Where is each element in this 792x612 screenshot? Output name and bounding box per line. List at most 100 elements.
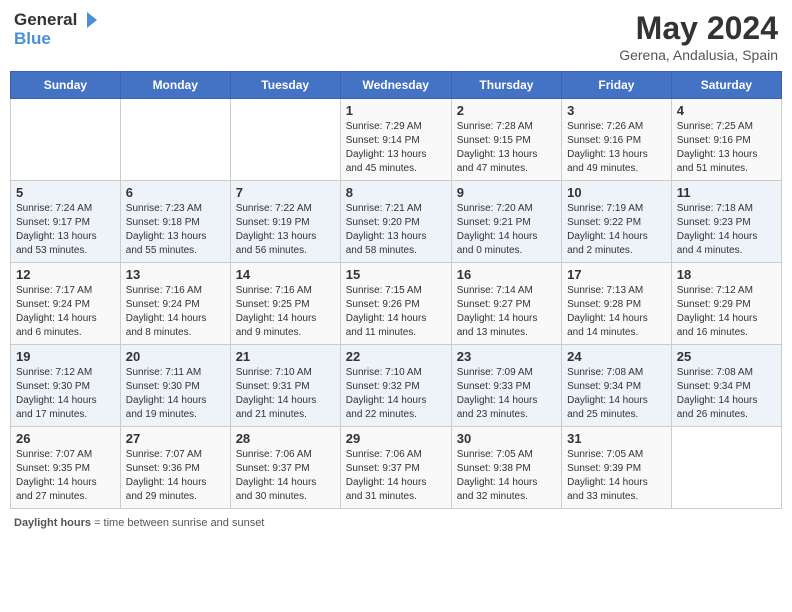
day-info: Sunrise: 7:16 AM Sunset: 9:24 PM Dayligh… (126, 284, 225, 340)
calendar-cell: 20 Sunrise: 7:11 AM Sunset: 9:30 PM Dayli… (120, 345, 230, 427)
title-area: May 2024 Gerena, Andalusia, Spain (619, 10, 778, 63)
calendar-cell (230, 99, 340, 181)
day-info: Sunrise: 7:16 AM Sunset: 9:25 PM Dayligh… (236, 284, 335, 340)
calendar-week-row: 12Sunrise: 7:17 AM Sunset: 9:24 PM Dayli… (11, 263, 782, 345)
calendar-cell: 21 Sunrise: 7:10 AM Sunset: 9:31 PM Dayli… (230, 345, 340, 427)
day-info: Sunrise: 7:11 AM Sunset: 9:30 PM Dayligh… (126, 366, 225, 422)
calendar-cell: 11Sunrise: 7:18 AM Sunset: 9:23 PM Dayli… (671, 181, 781, 263)
logo-blue: Blue (14, 29, 51, 48)
day-number: 4 (677, 103, 776, 118)
calendar-cell: 9 Sunrise: 7:20 AM Sunset: 9:21 PM Daylig… (451, 181, 561, 263)
calendar-cell (671, 427, 781, 509)
day-number: 27 (126, 431, 225, 446)
calendar-cell: 12Sunrise: 7:17 AM Sunset: 9:24 PM Dayli… (11, 263, 121, 345)
calendar-cell: 29 Sunrise: 7:06 AM Sunset: 9:37 PM Dayli… (340, 427, 451, 509)
calendar-cell: 22Sunrise: 7:10 AM Sunset: 9:32 PM Dayli… (340, 345, 451, 427)
day-number: 18 (677, 267, 776, 282)
calendar-cell: 18 Sunrise: 7:12 AM Sunset: 9:29 PM Dayli… (671, 263, 781, 345)
day-info: Sunrise: 7:29 AM Sunset: 9:14 PM Dayligh… (346, 120, 446, 176)
day-info: Sunrise: 7:23 AM Sunset: 9:18 PM Dayligh… (126, 202, 225, 258)
month-year-title: May 2024 (619, 10, 778, 47)
calendar-week-row: 26 Sunrise: 7:07 AM Sunset: 9:35 PM Dayli… (11, 427, 782, 509)
day-number: 31 (567, 431, 666, 446)
day-number: 22 (346, 349, 446, 364)
calendar-cell: 8 Sunrise: 7:21 AM Sunset: 9:20 PM Daylig… (340, 181, 451, 263)
calendar-cell: 17Sunrise: 7:13 AM Sunset: 9:28 PM Dayli… (562, 263, 672, 345)
logo-container: General Blue (14, 10, 99, 49)
day-info: Sunrise: 7:12 AM Sunset: 9:30 PM Dayligh… (16, 366, 115, 422)
calendar-table: SundayMondayTuesdayWednesdayThursdayFrid… (10, 71, 782, 509)
header: General Blue May 2024 Gerena, Andalusia,… (10, 10, 782, 63)
weekday-header-sunday: Sunday (11, 72, 121, 99)
weekday-header-monday: Monday (120, 72, 230, 99)
day-info: Sunrise: 7:06 AM Sunset: 9:37 PM Dayligh… (236, 448, 335, 504)
day-info: Sunrise: 7:10 AM Sunset: 9:31 PM Dayligh… (236, 366, 335, 422)
logo: General Blue (14, 10, 99, 49)
calendar-cell: 28 Sunrise: 7:06 AM Sunset: 9:37 PM Dayli… (230, 427, 340, 509)
footer-note: Daylight hours = time between sunrise an… (10, 517, 782, 529)
calendar-cell: 14 Sunrise: 7:16 AM Sunset: 9:25 PM Dayli… (230, 263, 340, 345)
calendar-cell: 26 Sunrise: 7:07 AM Sunset: 9:35 PM Dayli… (11, 427, 121, 509)
day-number: 25 (677, 349, 776, 364)
daylight-label: Daylight hours (14, 517, 91, 529)
calendar-cell: 5 Sunrise: 7:24 AM Sunset: 9:17 PM Daylig… (11, 181, 121, 263)
day-info: Sunrise: 7:20 AM Sunset: 9:21 PM Dayligh… (457, 202, 556, 258)
day-number: 2 (457, 103, 556, 118)
calendar-cell: 19 Sunrise: 7:12 AM Sunset: 9:30 PM Dayli… (11, 345, 121, 427)
day-number: 16 (457, 267, 556, 282)
calendar-cell: 1Sunrise: 7:29 AM Sunset: 9:14 PM Daylig… (340, 99, 451, 181)
day-info: Sunrise: 7:17 AM Sunset: 9:24 PM Dayligh… (16, 284, 115, 340)
day-number: 3 (567, 103, 666, 118)
day-info: Sunrise: 7:05 AM Sunset: 9:38 PM Dayligh… (457, 448, 556, 504)
weekday-header-saturday: Saturday (671, 72, 781, 99)
weekday-header-wednesday: Wednesday (340, 72, 451, 99)
calendar-header-row: SundayMondayTuesdayWednesdayThursdayFrid… (11, 72, 782, 99)
day-number: 15 (346, 267, 446, 282)
weekday-header-tuesday: Tuesday (230, 72, 340, 99)
day-number: 5 (16, 185, 115, 200)
day-number: 28 (236, 431, 335, 446)
calendar-cell: 23Sunrise: 7:09 AM Sunset: 9:33 PM Dayli… (451, 345, 561, 427)
logo-general: General (14, 11, 77, 30)
location-label: Gerena, Andalusia, Spain (619, 47, 778, 63)
calendar-week-row: 5 Sunrise: 7:24 AM Sunset: 9:17 PM Daylig… (11, 181, 782, 263)
day-info: Sunrise: 7:05 AM Sunset: 9:39 PM Dayligh… (567, 448, 666, 504)
day-number: 17 (567, 267, 666, 282)
calendar-cell: 30 Sunrise: 7:05 AM Sunset: 9:38 PM Dayli… (451, 427, 561, 509)
calendar-cell: 25Sunrise: 7:08 AM Sunset: 9:34 PM Dayli… (671, 345, 781, 427)
day-number: 29 (346, 431, 446, 446)
day-info: Sunrise: 7:18 AM Sunset: 9:23 PM Dayligh… (677, 202, 776, 258)
calendar-cell (120, 99, 230, 181)
day-number: 8 (346, 185, 446, 200)
day-number: 9 (457, 185, 556, 200)
weekday-header-friday: Friday (562, 72, 672, 99)
day-number: 19 (16, 349, 115, 364)
day-number: 20 (126, 349, 225, 364)
day-number: 24 (567, 349, 666, 364)
day-number: 21 (236, 349, 335, 364)
day-info: Sunrise: 7:28 AM Sunset: 9:15 PM Dayligh… (457, 120, 556, 176)
day-info: Sunrise: 7:15 AM Sunset: 9:26 PM Dayligh… (346, 284, 446, 340)
calendar-cell (11, 99, 121, 181)
weekday-header-thursday: Thursday (451, 72, 561, 99)
calendar-cell: 16Sunrise: 7:14 AM Sunset: 9:27 PM Dayli… (451, 263, 561, 345)
day-number: 26 (16, 431, 115, 446)
day-info: Sunrise: 7:26 AM Sunset: 9:16 PM Dayligh… (567, 120, 666, 176)
calendar-cell: 31 Sunrise: 7:05 AM Sunset: 9:39 PM Dayli… (562, 427, 672, 509)
day-number: 30 (457, 431, 556, 446)
calendar-cell: 6 Sunrise: 7:23 AM Sunset: 9:18 PM Daylig… (120, 181, 230, 263)
day-info: Sunrise: 7:19 AM Sunset: 9:22 PM Dayligh… (567, 202, 666, 258)
day-info: Sunrise: 7:21 AM Sunset: 9:20 PM Dayligh… (346, 202, 446, 258)
day-number: 7 (236, 185, 335, 200)
calendar-cell: 27Sunrise: 7:07 AM Sunset: 9:36 PM Dayli… (120, 427, 230, 509)
day-info: Sunrise: 7:07 AM Sunset: 9:35 PM Dayligh… (16, 448, 115, 504)
day-number: 6 (126, 185, 225, 200)
day-info: Sunrise: 7:06 AM Sunset: 9:37 PM Dayligh… (346, 448, 446, 504)
calendar-week-row: 1Sunrise: 7:29 AM Sunset: 9:14 PM Daylig… (11, 99, 782, 181)
day-info: Sunrise: 7:24 AM Sunset: 9:17 PM Dayligh… (16, 202, 115, 258)
day-number: 14 (236, 267, 335, 282)
day-info: Sunrise: 7:12 AM Sunset: 9:29 PM Dayligh… (677, 284, 776, 340)
day-number: 23 (457, 349, 556, 364)
calendar-cell: 13Sunrise: 7:16 AM Sunset: 9:24 PM Dayli… (120, 263, 230, 345)
calendar-cell: 4Sunrise: 7:25 AM Sunset: 9:16 PM Daylig… (671, 99, 781, 181)
